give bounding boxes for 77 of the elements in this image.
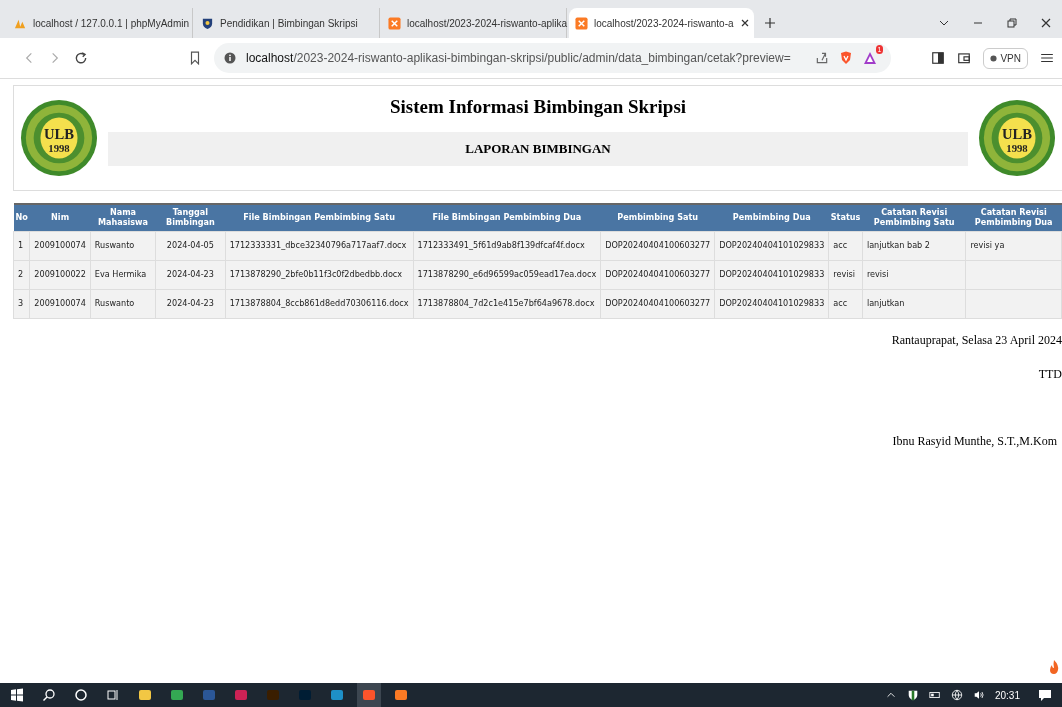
new-tab-icon[interactable] [764,17,776,29]
square-app-icon [575,16,588,30]
table-cell: 1 [18,240,24,251]
table-cell: lanjutkan [866,298,905,309]
column-header: Catatan Revisi Pembimbing Satu [862,204,966,232]
table-cell: lanjutkan bab 2 [866,240,930,251]
table-cell: 2 [18,269,24,280]
table-cell: 3 [18,298,24,309]
table-cell: acc [833,240,848,251]
table-cell: Ruswanto [94,298,135,309]
table-cell: 2024-04-23 [166,298,214,309]
table-cell: revisi [833,269,855,280]
table-cell: 2024-04-05 [166,240,214,251]
vpn-button[interactable]: VPN [983,47,1028,69]
column-header: Pembimbing Dua [714,204,829,232]
table-cell: revisi ya [970,240,1005,251]
column-header: File Bimbingan Pembimbing Dua [413,204,601,232]
reload-icon[interactable] [74,51,88,65]
table-cell: 2009100022 [34,269,86,280]
column-header: Catatan Revisi Pembimbing Dua [965,204,1062,232]
report-title: Sistem Informasi Bimbingan Skripsi [389,96,687,118]
speaker-icon[interactable] [972,689,985,701]
table-cell: revisi [866,269,889,280]
signature-label: TTD [1038,366,1062,382]
column-header: Nim [29,204,91,232]
table-cell: Ruswanto [94,240,135,251]
table-cell: DOP20240404100603277 [605,240,711,251]
table-cell: 1713878290_e6d96599ac059ead17ea.docx [417,269,597,280]
clock-text[interactable]: 20:31 [994,689,1020,701]
university-logo: ULB 1998 [20,99,98,177]
column-header: File Bimbingan Pembimbing Satu [225,204,413,232]
university-logo: ULB 1998 [978,99,1056,177]
table-cell: 1713878804_7d2c1e415e7bf64a9678.docx [417,298,595,309]
table-cell: 1712333491_5f61d9ab8f139dfcaf4f.docx [417,240,585,251]
column-header: Tanggal Bimbingan [155,204,226,232]
column-header: Status [828,204,863,232]
place-date-text: Rantauprapat, Selasa 23 April 2024 [891,332,1062,348]
sidebar-icon[interactable] [931,51,946,65]
browser-tab[interactable]: localhost/2023-2024-riswanto-a [569,8,754,38]
flame-icon[interactable] [1048,659,1060,675]
table-cell: 1713878804_8ccb861d8edd70306116.docx [229,298,409,309]
circle-icon[interactable] [74,688,88,702]
signatory-name: Ibnu Rasyid Munthe, S.T.,M.Kom [892,433,1057,449]
table-cell: DOP20240404101029833 [719,298,825,309]
table-cell: 1713878290_2bfe0b11f3c0f2dbedbb.docx [229,269,403,280]
table-cell: 2024-04-23 [166,269,214,280]
table-cell: DOP20240404101029833 [719,240,825,251]
square-app-icon [388,16,401,30]
share-icon[interactable] [815,51,830,65]
close-icon[interactable] [739,18,750,28]
close-icon[interactable] [1040,17,1052,29]
table-cell: 1712333331_dbce32340796a717aaf7.docx [229,240,407,251]
column-header: Pembimbing Satu [600,204,715,232]
column-header: No [13,204,30,232]
square-app-icon[interactable] [394,688,408,702]
wallet-icon[interactable] [957,51,972,65]
column-header: Nama Mahasiswa [90,204,156,232]
restore-icon[interactable] [1006,17,1018,29]
table-cell: Eva Hermika [94,269,147,280]
table-cell: DOP20240404100603277 [605,298,711,309]
bookmark-icon[interactable] [188,51,202,65]
battery-icon[interactable] [928,689,941,701]
notification-icon[interactable] [1038,688,1052,702]
table-cell: 2009100074 [34,298,86,309]
table-cell: 2009100074 [34,240,86,251]
windows-logo-icon[interactable] [10,688,24,702]
task-view-icon[interactable] [106,688,120,702]
triangle-icon[interactable] [863,51,878,65]
info-icon[interactable] [224,52,236,64]
table-cell: DOP20240404101029833 [719,269,825,280]
table-cell: DOP20240404100603277 [605,269,711,280]
report-subtitle: LAPORAN BIMBINGAN [108,132,968,166]
status-dot-icon [990,54,998,62]
menu-icon[interactable] [1040,51,1054,65]
table-cell: acc [833,298,848,309]
search-icon[interactable] [42,688,56,702]
lion-shield-icon[interactable] [839,51,854,65]
